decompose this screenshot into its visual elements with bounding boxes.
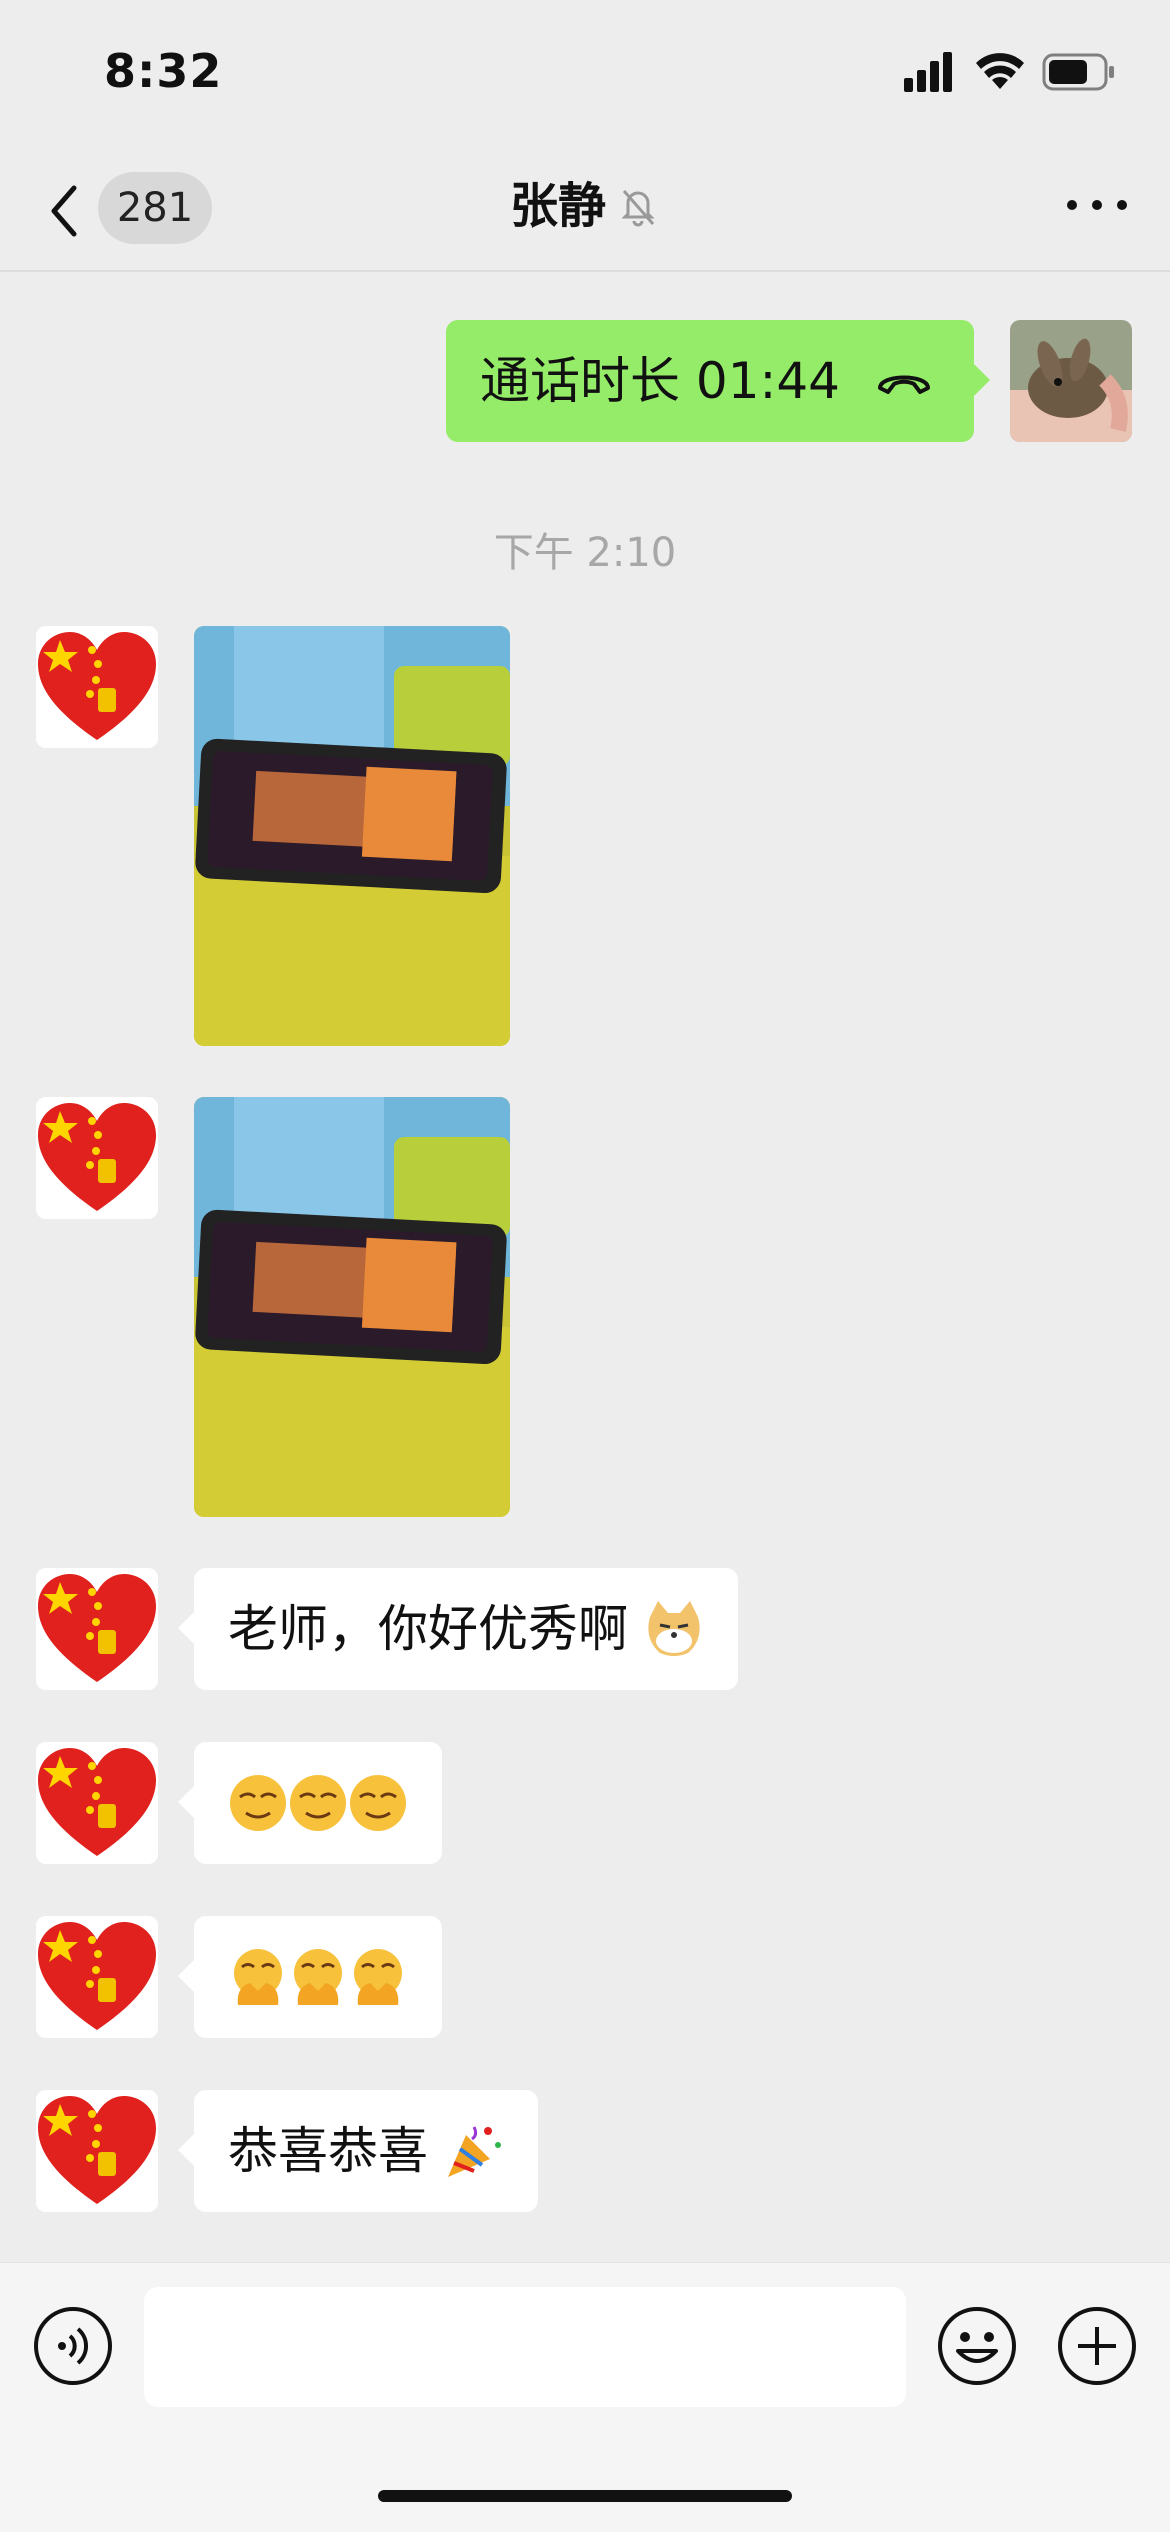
photo-of-phone-screen xyxy=(194,1097,510,1517)
chat-title-text: 张静 xyxy=(509,178,606,234)
contact-avatar[interactable] xyxy=(36,2090,158,2212)
nav-bar: 281 张静 xyxy=(0,150,1170,272)
emoji-icon[interactable] xyxy=(936,2305,1018,2387)
plus-icon[interactable] xyxy=(1056,2305,1138,2387)
image-message[interactable] xyxy=(194,626,510,1046)
status-time: 8:32 xyxy=(104,44,223,98)
clap-emoji-icon xyxy=(354,1948,402,2005)
photo-of-phone-screen xyxy=(194,626,510,1046)
smirk-emoji-icon xyxy=(290,1774,346,1831)
smirk-emoji-icon xyxy=(230,1774,286,1831)
signal-icon xyxy=(904,52,952,92)
phone-hangup-icon xyxy=(878,375,930,394)
message-text: 恭喜恭喜 xyxy=(228,2122,428,2180)
smirk-emoji-icon xyxy=(350,1774,406,1831)
chat-title: 张静 xyxy=(0,174,1170,238)
rabbit-photo xyxy=(1010,320,1132,442)
doge-emoji-icon xyxy=(648,1600,700,1656)
contact-avatar[interactable] xyxy=(36,1097,158,1219)
contact-avatar[interactable] xyxy=(36,626,158,748)
my-avatar[interactable] xyxy=(1010,320,1132,442)
contact-avatar[interactable] xyxy=(36,1742,158,1864)
heart-flag-icon xyxy=(36,1568,158,1690)
heart-flag-icon xyxy=(36,1097,158,1219)
heart-flag-icon xyxy=(36,1916,158,2038)
message-text: 老师，你好优秀啊 xyxy=(228,1600,628,1658)
wifi-icon xyxy=(976,53,1024,89)
party-popper-emoji-icon xyxy=(447,2125,501,2177)
contact-avatar[interactable] xyxy=(36,1916,158,2038)
home-indicator xyxy=(378,2490,792,2502)
voice-icon[interactable] xyxy=(32,2305,114,2387)
status-bar: 8:32 xyxy=(0,0,1170,150)
message-input[interactable] xyxy=(144,2287,906,2407)
text-message[interactable]: 恭喜恭喜 xyxy=(178,2090,538,2212)
image-message[interactable] xyxy=(194,1097,510,1517)
heart-flag-icon xyxy=(36,2090,158,2212)
more-icon[interactable] xyxy=(1062,190,1132,220)
call-record-bubble[interactable]: 通话时长 01:44 xyxy=(446,320,990,442)
call-duration-text: 通话时长 01:44 xyxy=(480,352,840,410)
emoji-message[interactable] xyxy=(178,1742,442,1864)
message-timestamp: 下午 2:10 xyxy=(493,530,677,576)
heart-flag-icon xyxy=(36,1742,158,1864)
heart-flag-icon xyxy=(36,626,158,748)
clap-emoji-icon xyxy=(234,1948,282,2005)
battery-icon xyxy=(1042,53,1114,91)
clap-emoji-icon xyxy=(294,1948,342,2005)
mute-bell-icon xyxy=(621,190,655,227)
emoji-message[interactable] xyxy=(178,1916,442,2038)
text-message[interactable]: 老师，你好优秀啊 xyxy=(178,1568,738,1690)
contact-avatar[interactable] xyxy=(36,1568,158,1690)
